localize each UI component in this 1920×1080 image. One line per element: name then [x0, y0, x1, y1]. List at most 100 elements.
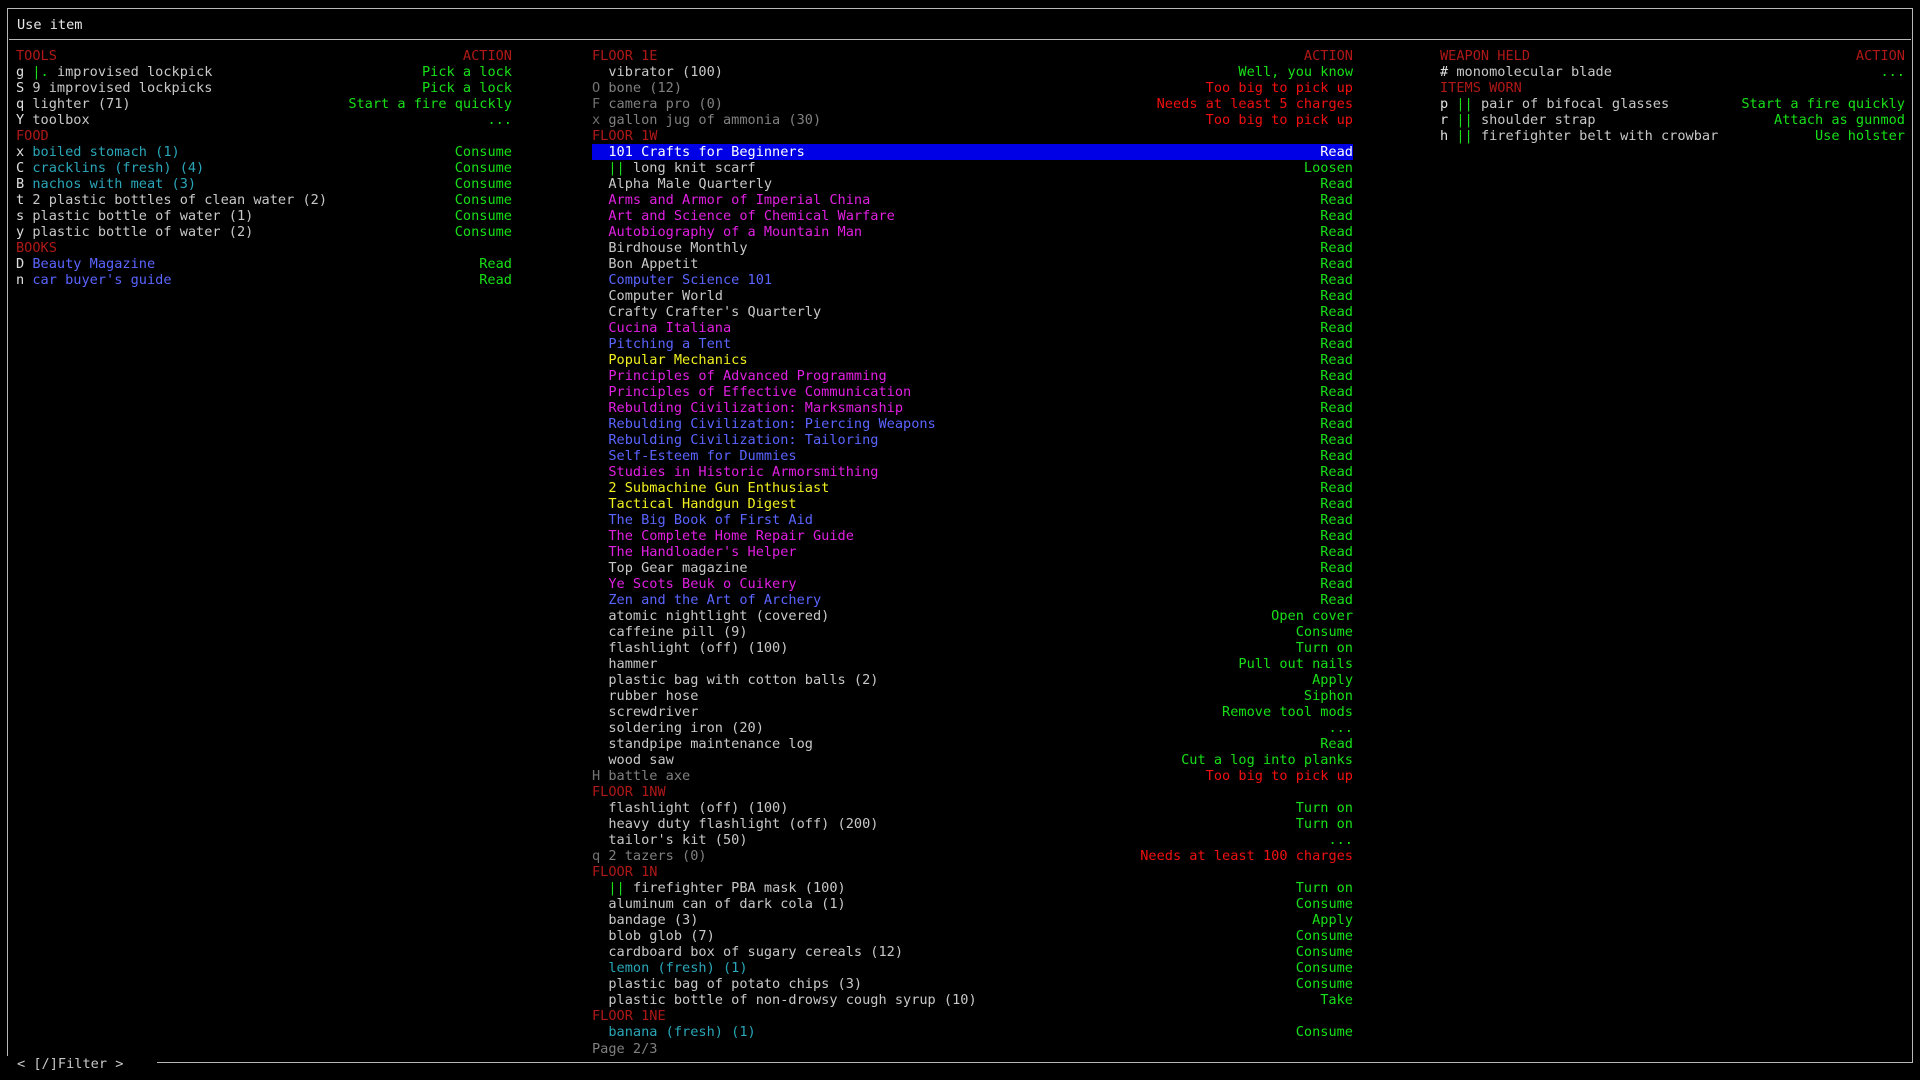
- item-row-atomic-nightlight-covered[interactable]: atomic nightlight (covered) Open cover: [592, 608, 1353, 624]
- item-row-standpipe-maintenance-log[interactable]: standpipe maintenance log Read: [592, 736, 1353, 752]
- item-row-bandage-3[interactable]: bandage (3) Apply: [592, 912, 1353, 928]
- item-row-rebulding-civilization-tailoring[interactable]: Rebulding Civilization: Tailoring Read: [592, 432, 1353, 448]
- item-action: Read: [479, 256, 512, 272]
- item-row-alpha-male-quarterly[interactable]: Alpha Male Quarterly Read: [592, 176, 1353, 192]
- item-row-vibrator-100[interactable]: vibrator (100) Well, you know: [592, 64, 1353, 80]
- item-name: The Handloader's Helper: [608, 544, 797, 560]
- item-row-battle-axe[interactable]: H battle axe Too big to pick up: [592, 768, 1353, 784]
- item-action: Pull out nails: [1238, 656, 1353, 672]
- item-row-firefighter-belt-with-crowbar[interactable]: h || firefighter belt with crowbar Use ho…: [1440, 128, 1905, 144]
- item-row-lemon-fresh-1[interactable]: lemon (fresh) (1) Consume: [592, 960, 1353, 976]
- item-row-studies-in-historic-armorsmithing[interactable]: Studies in Historic Armorsmithing Read: [592, 464, 1353, 480]
- item-action: Pick a lock: [421, 80, 512, 96]
- item-row-rebulding-civilization-marksmanship[interactable]: Rebulding Civilization: Marksmanship Read: [592, 400, 1353, 416]
- item-row-wood-saw[interactable]: wood saw Cut a log into planks: [592, 752, 1353, 768]
- item-row-2-submachine-gun-enthusiast[interactable]: 2 Submachine Gun Enthusiast Read: [592, 480, 1353, 496]
- item-action: Read: [1320, 592, 1353, 608]
- item-row-nachos-with-meat-3[interactable]: B nachos with meat (3) Consume: [16, 176, 512, 192]
- item-row-car-buyer-s-guide[interactable]: n car buyer's guide Read: [16, 272, 512, 288]
- item-action: Read: [1320, 240, 1353, 256]
- item-row-aluminum-can-of-dark-cola-1[interactable]: aluminum can of dark cola (1) Consume: [592, 896, 1353, 912]
- item-row-arms-and-armor-of-imperial-china[interactable]: Arms and Armor of Imperial China Read: [592, 192, 1353, 208]
- item-row-principles-of-effective-communication[interactable]: Principles of Effective Communication Rea…: [592, 384, 1353, 400]
- item-row-cucina-italiana[interactable]: Cucina Italiana Read: [592, 320, 1353, 336]
- item-row-art-and-science-of-chemical-warfare[interactable]: Art and Science of Chemical Warfare Read: [592, 208, 1353, 224]
- item-row-plastic-bottle-of-non-drowsy-cough-syrup-10[interactable]: plastic bottle of non-drowsy cough syrup…: [592, 992, 1353, 1008]
- item-row-the-complete-home-repair-guide[interactable]: The Complete Home Repair Guide Read: [592, 528, 1353, 544]
- item-row-heavy-duty-flashlight-off-200[interactable]: heavy duty flashlight (off) (200) Turn on: [592, 816, 1353, 832]
- item-row-plastic-bottle-of-water-2[interactable]: y plastic bottle of water (2) Consume: [16, 224, 512, 240]
- item-row-beauty-magazine[interactable]: D Beauty Magazine Read: [16, 256, 512, 272]
- item-name: bandage (3): [608, 912, 699, 928]
- item-row-flashlight-off-100[interactable]: flashlight (off) (100) Turn on: [592, 640, 1353, 656]
- item-row-banana-fresh-1[interactable]: banana (fresh) (1) Consume: [592, 1024, 1353, 1040]
- item-row-the-handloader-s-helper[interactable]: The Handloader's Helper Read: [592, 544, 1353, 560]
- item-action: Read: [1320, 416, 1353, 432]
- hotkey: Y: [16, 112, 25, 128]
- item-action: Apply: [1312, 912, 1353, 928]
- item-row-self-esteem-for-dummies[interactable]: Self-Esteem for Dummies Read: [592, 448, 1353, 464]
- item-row-gallon-jug-of-ammonia-30[interactable]: x gallon jug of ammonia (30) Too big to p…: [592, 112, 1353, 128]
- item-row-firefighter-pba-mask-100[interactable]: || firefighter PBA mask (100) Turn on: [592, 880, 1353, 896]
- item-row-improvised-lockpick[interactable]: g |. improvised lockpick Pick a lock: [16, 64, 512, 80]
- item-row-birdhouse-monthly[interactable]: Birdhouse Monthly Read: [592, 240, 1353, 256]
- item-row-caffeine-pill-9[interactable]: caffeine pill (9) Consume: [592, 624, 1353, 640]
- item-action: ...: [1328, 832, 1353, 848]
- item-row-toolbox[interactable]: Y toolbox...: [16, 112, 512, 128]
- item-name: Computer World: [608, 288, 723, 304]
- item-action: Consume: [1295, 960, 1353, 976]
- item-row-screwdriver[interactable]: screwdriver Remove tool mods: [592, 704, 1353, 720]
- item-row-computer-world[interactable]: Computer World Read: [592, 288, 1353, 304]
- item-row-autobiography-of-a-mountain-man[interactable]: Autobiography of a Mountain Man Read: [592, 224, 1353, 240]
- hotkey: B: [16, 176, 25, 192]
- item-row-9-improvised-lockpicks[interactable]: S 9 improvised lockpicks Pick a lock: [16, 80, 512, 96]
- item-action: Apply: [1312, 672, 1353, 688]
- item-row-top-gear-magazine[interactable]: Top Gear magazine Read: [592, 560, 1353, 576]
- item-row-ye-scots-beuk-o-cuikery[interactable]: Ye Scots Beuk o Cuikery Read: [592, 576, 1353, 592]
- item-row-hammer[interactable]: hammer Pull out nails: [592, 656, 1353, 672]
- item-row-plastic-bottle-of-water-1[interactable]: s plastic bottle of water (1) Consume: [16, 208, 512, 224]
- item-row-blob-glob-7[interactable]: blob glob (7) Consume: [592, 928, 1353, 944]
- item-row-zen-and-the-art-of-archery[interactable]: Zen and the Art of Archery Read: [592, 592, 1353, 608]
- item-row-rebulding-civilization-piercing-weapons[interactable]: Rebulding Civilization: Piercing Weapons…: [592, 416, 1353, 432]
- item-row-2-tazers-0[interactable]: q 2 tazers (0) Needs at least 100 charges: [592, 848, 1353, 864]
- item-row-principles-of-advanced-programming[interactable]: Principles of Advanced Programming Read: [592, 368, 1353, 384]
- item-row-cardboard-box-of-sugary-cereals-12[interactable]: cardboard box of sugary cereals (12) Cons…: [592, 944, 1353, 960]
- item-row-plastic-bag-with-cotton-balls-2[interactable]: plastic bag with cotton balls (2) Apply: [592, 672, 1353, 688]
- item-row-lighter-71[interactable]: q lighter (71) Start a fire quickly: [16, 96, 512, 112]
- item-row-long-knit-scarf[interactable]: || long knit scarf Loosen: [592, 160, 1353, 176]
- item-row-pitching-a-tent[interactable]: Pitching a Tent Read: [592, 336, 1353, 352]
- item-name: Self-Esteem for Dummies: [608, 448, 797, 464]
- item-row-plastic-bag-of-potato-chips-3[interactable]: plastic bag of potato chips (3) Consume: [592, 976, 1353, 992]
- item-action: Read: [479, 272, 512, 288]
- filter-button[interactable]: < [/]Filter >: [7, 1056, 157, 1072]
- item-action: Read: [1320, 512, 1353, 528]
- item-row-popular-mechanics[interactable]: Popular Mechanics Read: [592, 352, 1353, 368]
- item-row-computer-science-101[interactable]: Computer Science 101 Read: [592, 272, 1353, 288]
- item-row-crafty-crafter-s-quarterly[interactable]: Crafty Crafter's Quarterly Read: [592, 304, 1353, 320]
- item-row-camera-pro-0[interactable]: F camera pro (0) Needs at least 5 charges: [592, 96, 1353, 112]
- item-name: Alpha Male Quarterly: [608, 176, 773, 192]
- item-row-2-plastic-bottles-of-clean-water-2[interactable]: t 2 plastic bottles of clean water (2) Co…: [16, 192, 512, 208]
- item-row-shoulder-strap[interactable]: r || shoulder strap Attach as gunmod: [1440, 112, 1905, 128]
- item-action: Read: [1320, 560, 1353, 576]
- hotkey: q: [592, 848, 601, 864]
- hotkey: q: [16, 96, 25, 112]
- item-row-bon-appetit[interactable]: Bon Appetit Read: [592, 256, 1353, 272]
- item-row-pair-of-bifocal-glasses[interactable]: p || pair of bifocal glasses Start a fire…: [1440, 96, 1905, 112]
- item-row-cracklins-fresh-4[interactable]: C cracklins (fresh) (4) Consume: [16, 160, 512, 176]
- item-row-101-crafts-for-beginners[interactable]: 101 Crafts for Beginners Read: [592, 144, 1353, 160]
- item-row-the-big-book-of-first-aid[interactable]: The Big Book of First Aid Read: [592, 512, 1353, 528]
- item-row-boiled-stomach-1[interactable]: x boiled stomach (1) Consume: [16, 144, 512, 160]
- item-row-rubber-hose[interactable]: rubber hose Siphon: [592, 688, 1353, 704]
- item-row-tactical-handgun-digest[interactable]: Tactical Handgun Digest Read: [592, 496, 1353, 512]
- item-name: firefighter PBA mask (100): [632, 880, 846, 896]
- worn-marker: ||: [1456, 96, 1473, 112]
- item-row-bone-12[interactable]: O bone (12) Too big to pick up: [592, 80, 1353, 96]
- item-action: Read: [1320, 576, 1353, 592]
- item-name: car buyer's guide: [32, 272, 172, 288]
- item-row-flashlight-off-100[interactable]: flashlight (off) (100) Turn on: [592, 800, 1353, 816]
- item-row-tailor-s-kit-50[interactable]: tailor's kit (50)...: [592, 832, 1353, 848]
- item-row-monomolecular-blade[interactable]: # monomolecular blade...: [1440, 64, 1905, 80]
- item-row-soldering-iron-20[interactable]: soldering iron (20)...: [592, 720, 1353, 736]
